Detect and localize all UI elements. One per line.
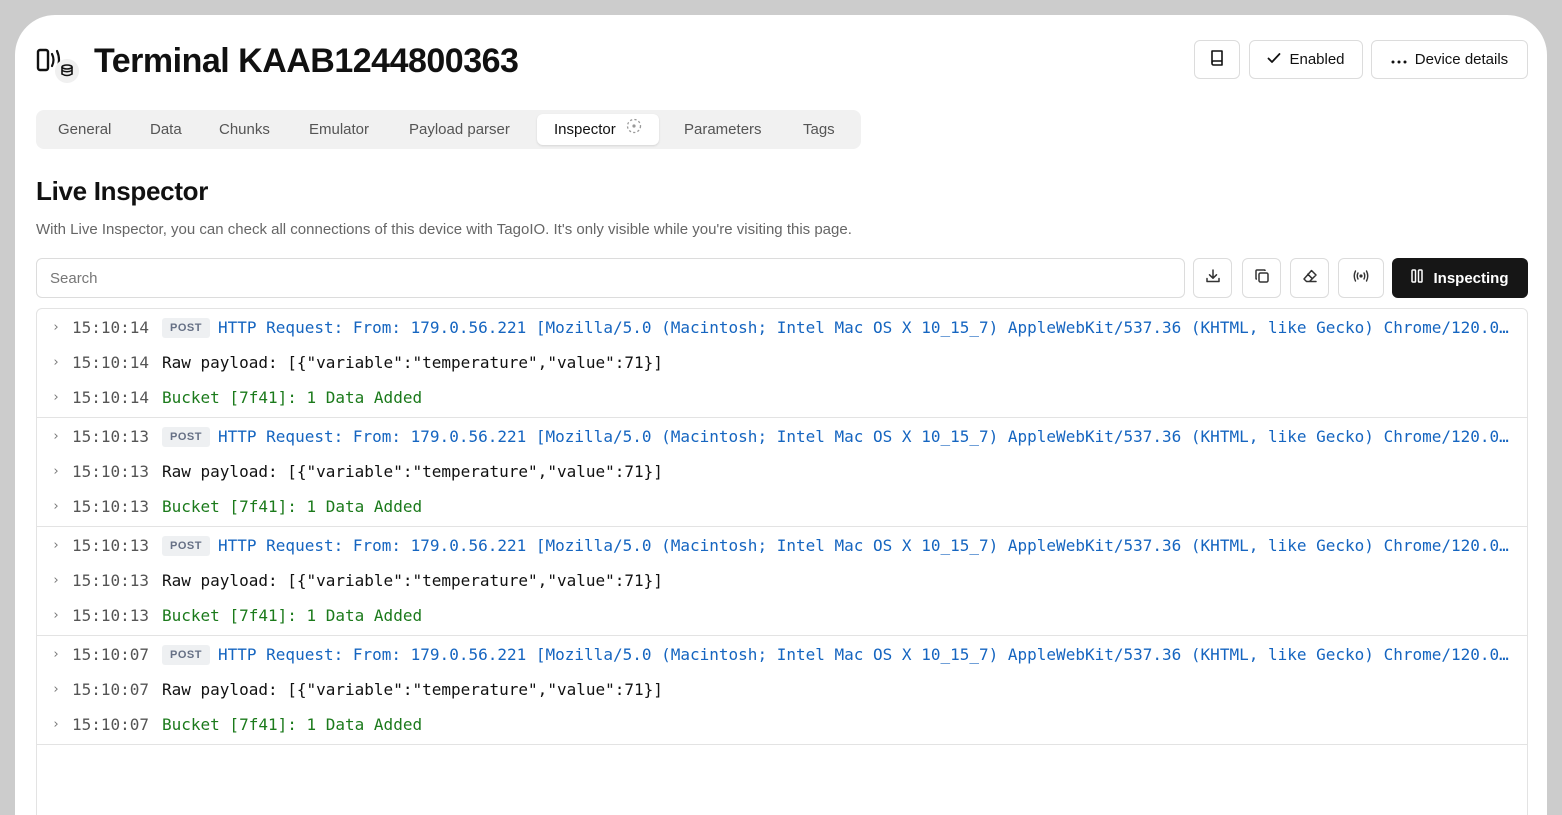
download-button[interactable] bbox=[1193, 258, 1232, 298]
page-title: Terminal KAAB1244800363 bbox=[94, 42, 519, 80]
chevron-right-icon[interactable]: › bbox=[52, 528, 60, 563]
chevron-right-icon[interactable]: › bbox=[52, 345, 60, 380]
method-badge: POST bbox=[162, 536, 210, 556]
chevron-right-icon[interactable]: › bbox=[52, 310, 60, 345]
log-timestamp: 15:10:13 bbox=[72, 462, 150, 481]
raw-payload-line[interactable]: › 15:10:13 Raw payload: [{"variable":"temp… bbox=[37, 563, 1527, 598]
broadcast-button[interactable] bbox=[1338, 258, 1384, 298]
http-request-line[interactable]: › 15:10:13 POST HTTP Request: From: 179.0.5… bbox=[37, 419, 1527, 454]
device-details-button[interactable]: Device details bbox=[1371, 40, 1528, 79]
method-badge: POST bbox=[162, 645, 210, 665]
tab-inspector-label: Inspector bbox=[554, 121, 616, 138]
log-message: Raw payload: [{"variable":"temperature",… bbox=[162, 571, 663, 590]
search-input[interactable] bbox=[36, 258, 1185, 298]
bucket-line[interactable]: › 15:10:14 Bucket [7f41]: 1 Data Added bbox=[37, 380, 1527, 415]
section-description: With Live Inspector, you can check all c… bbox=[36, 221, 852, 238]
log-message: HTTP Request: From: 179.0.56.221 [Mozill… bbox=[218, 427, 1510, 446]
method-badge: POST bbox=[162, 318, 210, 338]
chevron-right-icon[interactable]: › bbox=[52, 637, 60, 672]
device-details-label: Device details bbox=[1414, 51, 1509, 68]
enabled-toggle-button[interactable]: Enabled bbox=[1249, 40, 1363, 79]
raw-payload-line[interactable]: › 15:10:14 Raw payload: [{"variable":"temp… bbox=[37, 345, 1527, 380]
log-timestamp: 15:10:14 bbox=[72, 318, 150, 337]
log-message: Raw payload: [{"variable":"temperature",… bbox=[162, 680, 663, 699]
page-header: Terminal KAAB1244800363 Enabled Device d… bbox=[36, 40, 1528, 83]
chevron-right-icon[interactable]: › bbox=[52, 672, 60, 707]
log-message: HTTP Request: From: 179.0.56.221 [Mozill… bbox=[218, 318, 1510, 337]
enabled-label: Enabled bbox=[1289, 51, 1345, 68]
device-page: Terminal KAAB1244800363 Enabled Device d… bbox=[15, 15, 1547, 815]
more-dots-icon bbox=[1391, 51, 1407, 68]
pause-icon bbox=[1411, 269, 1424, 287]
log-timestamp: 15:10:13 bbox=[72, 497, 150, 516]
chevron-right-icon[interactable]: › bbox=[52, 598, 60, 633]
tab-data[interactable]: Data bbox=[150, 114, 182, 145]
log-group: › 15:10:13 POST HTTP Request: From: 179.0.5… bbox=[37, 418, 1527, 527]
bucket-line[interactable]: › 15:10:13 Bucket [7f41]: 1 Data Added bbox=[37, 489, 1527, 524]
tab-general[interactable]: General bbox=[58, 114, 111, 145]
copy-button[interactable] bbox=[1242, 258, 1281, 298]
device-icon bbox=[36, 42, 80, 86]
log-timestamp: 15:10:14 bbox=[72, 353, 150, 372]
http-request-line[interactable]: › 15:10:13 POST HTTP Request: From: 179.0.5… bbox=[37, 528, 1527, 563]
bucket-line[interactable]: › 15:10:13 Bucket [7f41]: 1 Data Added bbox=[37, 598, 1527, 633]
check-icon bbox=[1267, 51, 1281, 68]
chevron-right-icon[interactable]: › bbox=[52, 563, 60, 598]
section-title: Live Inspector bbox=[36, 176, 209, 206]
log-timestamp: 15:10:13 bbox=[72, 571, 150, 590]
bucket-line[interactable]: › 15:10:07 Bucket [7f41]: 1 Data Added bbox=[37, 707, 1527, 742]
log-message: Bucket [7f41]: 1 Data Added bbox=[162, 606, 423, 625]
log-group: › 15:10:14 POST HTTP Request: From: 179.0.5… bbox=[37, 309, 1527, 418]
download-icon bbox=[1205, 268, 1221, 289]
chevron-right-icon[interactable]: › bbox=[52, 380, 60, 415]
chevron-right-icon[interactable]: › bbox=[52, 454, 60, 489]
tab-tags[interactable]: Tags bbox=[803, 114, 835, 145]
log-timestamp: 15:10:14 bbox=[72, 388, 150, 407]
chevron-right-icon[interactable]: › bbox=[52, 707, 60, 742]
chevron-right-icon[interactable]: › bbox=[52, 489, 60, 524]
inspecting-label: Inspecting bbox=[1433, 269, 1509, 287]
log-timestamp: 15:10:13 bbox=[72, 536, 150, 555]
log-timestamp: 15:10:07 bbox=[72, 715, 150, 734]
log-timestamp: 15:10:07 bbox=[72, 645, 150, 664]
tab-inspector[interactable]: Inspector bbox=[537, 114, 659, 145]
log-timestamp: 15:10:13 bbox=[72, 427, 150, 446]
loading-spinner-icon bbox=[626, 114, 642, 145]
inspector-log: › 15:10:14 POST HTTP Request: From: 179.0.5… bbox=[36, 308, 1528, 815]
log-message: Raw payload: [{"variable":"temperature",… bbox=[162, 353, 663, 372]
tab-parameters[interactable]: Parameters bbox=[684, 114, 762, 145]
chevron-right-icon[interactable]: › bbox=[52, 419, 60, 454]
docs-button[interactable] bbox=[1194, 40, 1240, 79]
eraser-icon bbox=[1302, 268, 1318, 289]
copy-icon bbox=[1254, 268, 1270, 289]
book-icon bbox=[1209, 49, 1225, 71]
raw-payload-line[interactable]: › 15:10:07 Raw payload: [{"variable":"temp… bbox=[37, 672, 1527, 707]
method-badge: POST bbox=[162, 427, 210, 447]
broadcast-icon bbox=[1352, 269, 1370, 288]
tab-chunks[interactable]: Chunks bbox=[219, 114, 270, 145]
tab-emulator[interactable]: Emulator bbox=[309, 114, 369, 145]
log-message: Raw payload: [{"variable":"temperature",… bbox=[162, 462, 663, 481]
clear-button[interactable] bbox=[1290, 258, 1329, 298]
log-message: HTTP Request: From: 179.0.56.221 [Mozill… bbox=[218, 536, 1510, 555]
inspecting-toggle-button[interactable]: Inspecting bbox=[1392, 258, 1528, 298]
log-message: Bucket [7f41]: 1 Data Added bbox=[162, 715, 423, 734]
log-message: Bucket [7f41]: 1 Data Added bbox=[162, 388, 423, 407]
log-group: › 15:10:07 POST HTTP Request: From: 179.0.5… bbox=[37, 636, 1527, 745]
http-request-line[interactable]: › 15:10:07 POST HTTP Request: From: 179.0.5… bbox=[37, 637, 1527, 672]
tab-payload-parser[interactable]: Payload parser bbox=[409, 114, 510, 145]
log-message: HTTP Request: From: 179.0.56.221 [Mozill… bbox=[218, 645, 1510, 664]
log-group: › 15:10:13 POST HTTP Request: From: 179.0.5… bbox=[37, 527, 1527, 636]
log-message: Bucket [7f41]: 1 Data Added bbox=[162, 497, 423, 516]
log-timestamp: 15:10:07 bbox=[72, 680, 150, 699]
log-timestamp: 15:10:13 bbox=[72, 606, 150, 625]
http-request-line[interactable]: › 15:10:14 POST HTTP Request: From: 179.0.5… bbox=[37, 310, 1527, 345]
tab-bar: General Data Chunks Emulator Payload par… bbox=[36, 110, 861, 149]
raw-payload-line[interactable]: › 15:10:13 Raw payload: [{"variable":"temp… bbox=[37, 454, 1527, 489]
